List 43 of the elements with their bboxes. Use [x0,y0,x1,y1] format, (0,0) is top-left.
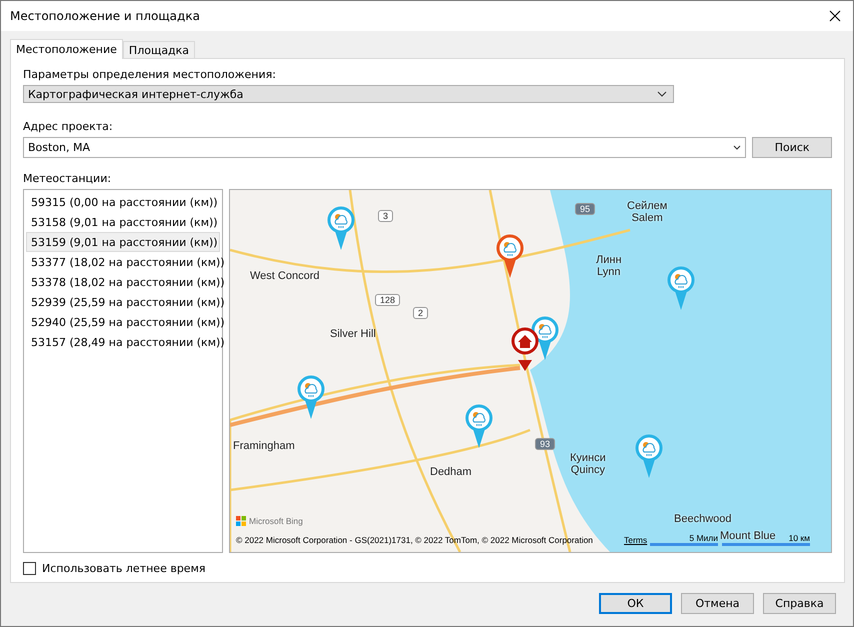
road-shield: 128 [375,294,400,306]
map-place-label: Mount Blue [720,530,776,542]
field-label: Параметры определения местоположения: [23,68,277,81]
road-shield: 93 [535,438,556,450]
map-place-label: Куинси Quincy [570,452,606,476]
chevron-down-icon [657,91,667,98]
tab[interactable]: Местоположение [10,39,123,59]
address-combo-field[interactable]: Boston, MA [23,137,746,158]
weather-station-pin-icon[interactable] [635,434,663,478]
road-shield: 3 [378,210,394,222]
weather-station-pin-icon[interactable] [327,206,355,250]
chevron-down-icon [733,145,742,150]
checkbox-label: Использовать летнее время [42,562,206,576]
weather-station-pin-icon[interactable] [297,375,325,420]
map-attribution: © 2022 Microsoft Corporation - GS(2021)1731, © 2022 TomTom, © 2022 Microsoft Corporation [236,535,593,546]
map-place-label: Beechwood [674,513,732,526]
window-title: Местоположение и площадка [10,9,200,23]
checkbox[interactable] [23,562,36,576]
map-place-label: Silver Hill [330,328,376,340]
field-label: Адрес проекта: [23,120,114,134]
bing-logo: Microsoft Bing [236,516,303,526]
terms-link[interactable]: Terms [624,535,648,546]
location-method-dropdown[interactable]: Картографическая интернет-служба [23,85,674,104]
dialog-button[interactable]: Отмена [681,593,754,614]
weather-station-pin-icon[interactable] [667,266,695,310]
map-place-label: West Concord [250,270,320,282]
weather-station-pin-icon[interactable] [465,404,493,448]
home-pin-icon[interactable] [511,327,539,372]
weather-station-pin-icon[interactable] [496,234,524,278]
map-place-label: Framingham [233,440,295,452]
map-place-label: Сейлем Salem [627,200,668,224]
map-place-label: Dedham [430,466,472,478]
road-shield: 2 [413,307,428,320]
station-list-item[interactable]: 53159 (9,01 на расстоянии (км)) [26,232,220,252]
map-place-label: Линн Lynn [596,254,622,278]
dialog-button[interactable]: Справка [763,593,836,614]
close-icon [829,10,841,22]
scale-bar-miles: 5 Мили [650,533,718,546]
field-label: Метеостанции: [23,172,112,186]
dialog-button[interactable]: ОК [599,593,672,614]
tab[interactable]: Площадка [122,41,196,58]
road-shield: 95 [575,203,596,216]
search-button[interactable]: Поиск [752,137,832,158]
